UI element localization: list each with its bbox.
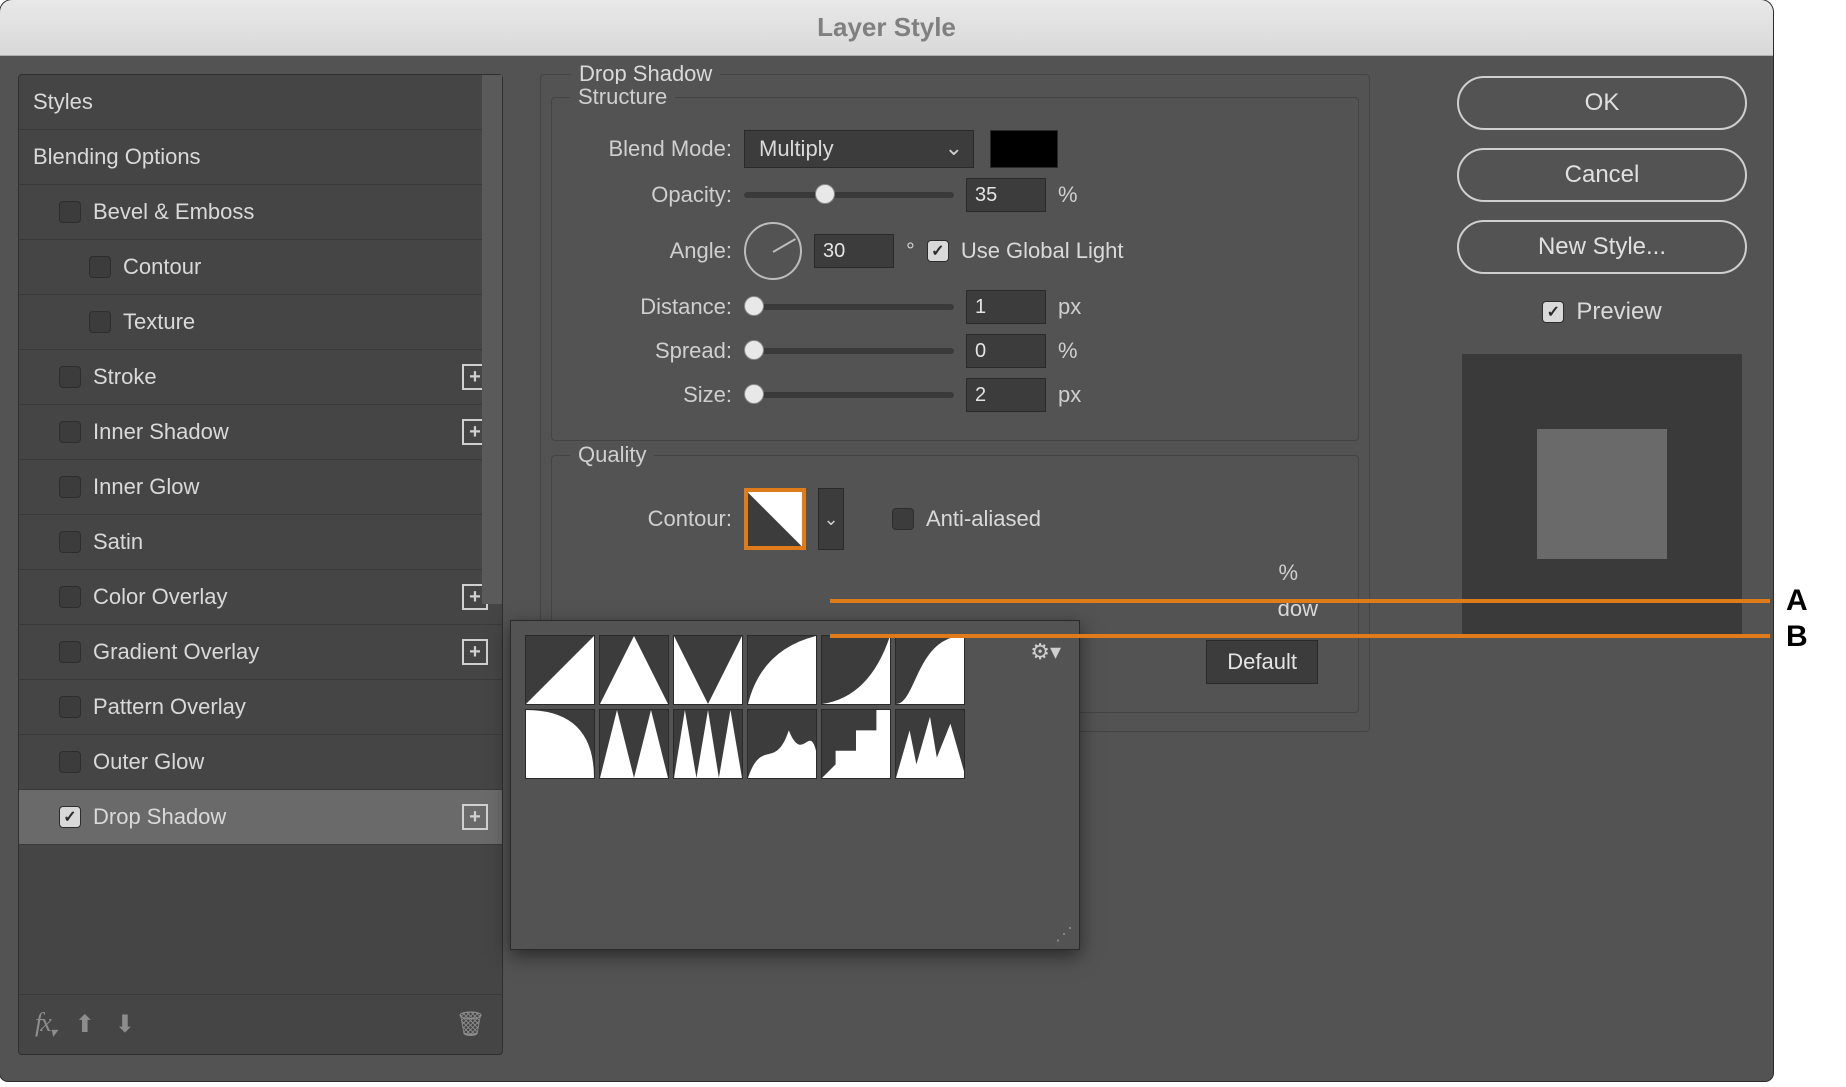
inner-shadow-checkbox[interactable] <box>59 421 81 443</box>
sidebar-item-texture[interactable]: Texture <box>19 295 502 350</box>
contour-preset-cone-inverted[interactable] <box>673 635 743 705</box>
sidebar-item-color-overlay[interactable]: Color Overlay+ <box>19 570 502 625</box>
sidebar-item-drop-shadow[interactable]: Drop Shadow+ <box>19 790 502 845</box>
satin-checkbox[interactable] <box>59 531 81 553</box>
sidebar-scrollbar[interactable] <box>482 75 502 604</box>
contour-picker-popup: ⚙▾ ⋰ <box>510 620 1080 950</box>
contour-dropdown-icon[interactable] <box>818 488 844 550</box>
angle-dial[interactable] <box>744 222 802 280</box>
effects-sidebar: Styles Blending Options Bevel & Emboss C… <box>18 74 503 1055</box>
noise-unit: % <box>1278 560 1298 586</box>
callout-label-b: B <box>1786 620 1808 654</box>
sidebar-item-inner-shadow[interactable]: Inner Shadow+ <box>19 405 502 460</box>
quality-title: Quality <box>570 442 654 468</box>
drop-shadow-add-icon[interactable]: + <box>462 804 488 830</box>
fx-menu-icon[interactable]: fx▾ <box>35 1008 55 1041</box>
callout-line-a <box>830 599 1770 603</box>
contour-preset-rolling-slope[interactable] <box>747 709 817 779</box>
new-style-button[interactable]: New Style... <box>1457 220 1747 274</box>
inner-glow-checkbox[interactable] <box>59 476 81 498</box>
angle-label: Angle: <box>572 238 732 264</box>
contour-picker-gear-icon[interactable]: ⚙▾ <box>1030 639 1061 665</box>
texture-checkbox[interactable] <box>89 311 111 333</box>
drop-shadow-checkbox[interactable] <box>59 806 81 828</box>
contour-label: Contour: <box>572 506 732 532</box>
opacity-input[interactable] <box>966 178 1046 212</box>
contour-preset-ring[interactable] <box>599 709 669 779</box>
sidebar-item-outer-glow[interactable]: Outer Glow <box>19 735 502 790</box>
popup-resize-handle-icon[interactable]: ⋰ <box>1055 924 1073 945</box>
structure-group: Structure Blend Mode: Multiply Opacity: … <box>551 97 1359 441</box>
dialog-right-column: OK Cancel New Style... Preview <box>1457 76 1747 634</box>
shadow-color-swatch[interactable] <box>990 130 1058 168</box>
move-up-icon[interactable]: ⬆ <box>75 1010 95 1039</box>
contour-grid <box>525 635 1065 779</box>
global-light-checkbox[interactable] <box>927 240 949 262</box>
global-light-label: Use Global Light <box>961 238 1124 264</box>
preview-checkbox[interactable] <box>1542 301 1564 323</box>
sidebar-styles-header[interactable]: Styles <box>19 75 502 130</box>
size-label: Size: <box>572 382 732 408</box>
angle-input[interactable] <box>814 234 894 268</box>
sidebar-item-contour[interactable]: Contour <box>19 240 502 295</box>
window-titlebar: Layer Style <box>0 0 1773 56</box>
contour-preset-ring-double[interactable] <box>673 709 743 779</box>
stroke-checkbox[interactable] <box>59 366 81 388</box>
structure-title: Structure <box>570 84 675 110</box>
contour-preset-gaussian[interactable] <box>895 635 965 705</box>
gradient-overlay-add-icon[interactable]: + <box>462 639 488 665</box>
trash-icon[interactable]: 🗑 <box>456 1010 486 1039</box>
sidebar-item-gradient-overlay[interactable]: Gradient Overlay+ <box>19 625 502 680</box>
callout-line-b <box>830 634 1770 638</box>
contour-preset-half-round[interactable] <box>525 709 595 779</box>
sidebar-item-pattern-overlay[interactable]: Pattern Overlay <box>19 680 502 735</box>
size-input[interactable] <box>966 378 1046 412</box>
preview-label: Preview <box>1576 298 1661 326</box>
reset-to-default-button[interactable]: Default <box>1206 640 1318 684</box>
sidebar-item-stroke[interactable]: Stroke+ <box>19 350 502 405</box>
bevel-emboss-checkbox[interactable] <box>59 201 81 223</box>
color-overlay-checkbox[interactable] <box>59 586 81 608</box>
callout-label-a: A <box>1786 584 1808 618</box>
opacity-label: Opacity: <box>572 182 732 208</box>
sidebar-item-satin[interactable]: Satin <box>19 515 502 570</box>
antialiased-checkbox[interactable] <box>892 508 914 530</box>
contour-preset-rounded-steps[interactable] <box>821 709 891 779</box>
move-down-icon[interactable]: ⬇ <box>115 1010 135 1039</box>
blend-mode-label: Blend Mode: <box>572 136 732 162</box>
contour-preset-linear[interactable] <box>525 635 595 705</box>
window-title: Layer Style <box>817 12 956 43</box>
distance-label: Distance: <box>572 294 732 320</box>
contour-thumbnail[interactable] <box>744 488 806 550</box>
spread-input[interactable] <box>966 334 1046 368</box>
sidebar-item-inner-glow[interactable]: Inner Glow <box>19 460 502 515</box>
contour-checkbox[interactable] <box>89 256 111 278</box>
outer-glow-checkbox[interactable] <box>59 751 81 773</box>
cancel-button[interactable]: Cancel <box>1457 148 1747 202</box>
preview-thumbnail <box>1462 354 1742 634</box>
distance-slider[interactable] <box>744 304 954 310</box>
spread-label: Spread: <box>572 338 732 364</box>
pattern-overlay-checkbox[interactable] <box>59 696 81 718</box>
sidebar-item-bevel-emboss[interactable]: Bevel & Emboss <box>19 185 502 240</box>
antialiased-label: Anti-aliased <box>926 506 1041 532</box>
contour-preset-sawtooth[interactable] <box>895 709 965 779</box>
opacity-slider[interactable] <box>744 192 954 198</box>
contour-preset-cove-deep[interactable] <box>747 635 817 705</box>
distance-input[interactable] <box>966 290 1046 324</box>
sidebar-footer: fx▾ ⬆ ⬇ 🗑 <box>19 994 502 1054</box>
size-slider[interactable] <box>744 392 954 398</box>
gradient-overlay-checkbox[interactable] <box>59 641 81 663</box>
contour-preset-cone[interactable] <box>599 635 669 705</box>
sidebar-blending-header[interactable]: Blending Options <box>19 130 502 185</box>
spread-slider[interactable] <box>744 348 954 354</box>
ok-button[interactable]: OK <box>1457 76 1747 130</box>
contour-preset-cove-shallow[interactable] <box>821 635 891 705</box>
blend-mode-select[interactable]: Multiply <box>744 130 974 168</box>
